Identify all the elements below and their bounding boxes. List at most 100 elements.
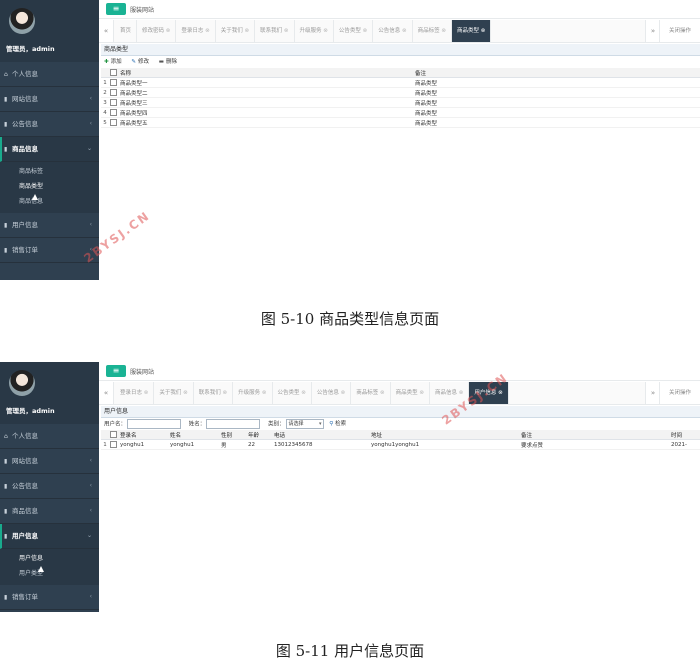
hamburger-icon[interactable]: ≡	[106, 365, 126, 377]
row-checkbox[interactable]	[109, 439, 118, 450]
tab[interactable]: 公告信息 ⊗	[373, 20, 413, 42]
column-header[interactable]: 年龄	[246, 430, 272, 440]
tab[interactable]: 关于我们 ⊗	[216, 20, 256, 42]
nav-item-site[interactable]: ▮ 网站信息 ‹	[0, 87, 99, 112]
checkbox[interactable]	[110, 109, 117, 116]
tab[interactable]: 商品标签 ⊗	[413, 20, 453, 42]
hamburger-icon[interactable]: ≡	[106, 3, 126, 15]
tab[interactable]: 商品标签 ⊗	[351, 382, 391, 404]
tab[interactable]: 修改密码 ⊗	[137, 20, 177, 42]
nav-item-site[interactable]: ▮ 网站信息 ‹	[0, 449, 99, 474]
tab-scroll-left-icon[interactable]: «	[99, 382, 114, 404]
table-row[interactable]: 2 商品类型二 商品类型	[101, 87, 700, 98]
tab-scroll-right-icon[interactable]: »	[645, 382, 660, 404]
avatar[interactable]	[9, 8, 35, 34]
select-all-checkbox[interactable]	[109, 430, 118, 440]
checkbox[interactable]	[110, 79, 117, 86]
close-icon[interactable]: ⊗	[205, 28, 210, 34]
tab[interactable]: 关于我们 ⊗	[154, 382, 194, 404]
nav-item-product[interactable]: ▮ 商品信息 ‹	[0, 499, 99, 524]
tab-close-all-button[interactable]: 关闭操作	[659, 20, 700, 42]
close-icon[interactable]: ⊗	[301, 390, 306, 396]
nav-item-user[interactable]: ▮ 用户信息 ‹	[0, 213, 99, 238]
table-row[interactable]: 1 yonghu1 yonghu1 男 22 13012345678 yongh…	[101, 439, 700, 450]
column-header[interactable]: 地址	[369, 430, 519, 440]
delete-button[interactable]: ▬ 删除	[159, 56, 177, 68]
close-icon[interactable]: ⊗	[262, 390, 267, 396]
sub-item-user-type[interactable]: 用户类型	[0, 566, 99, 581]
table-row[interactable]: 3 商品类型三 商品类型	[101, 97, 700, 108]
column-header[interactable]: 备注	[413, 68, 700, 78]
nav-item-user[interactable]: ▮ 用户信息 ⌄	[0, 524, 99, 549]
close-icon[interactable]: ⊗	[402, 28, 407, 34]
close-icon[interactable]: ⊗	[341, 390, 346, 396]
column-header[interactable]: 时间	[669, 430, 700, 440]
close-icon[interactable]: ⊗	[363, 28, 368, 34]
select-all-checkbox[interactable]	[109, 68, 118, 78]
checkbox[interactable]	[110, 119, 117, 126]
tab[interactable]: 公告类型 ⊗	[334, 20, 374, 42]
close-icon[interactable]: ⊗	[166, 28, 171, 34]
checkbox[interactable]	[110, 431, 117, 438]
sub-item-product-tag[interactable]: 商品标签	[0, 164, 99, 179]
close-icon[interactable]: ⊗	[144, 390, 149, 396]
checkbox[interactable]	[110, 89, 117, 96]
nav-item-notice[interactable]: ▮ 公告信息 ‹	[0, 474, 99, 499]
close-icon[interactable]: ⊗	[183, 390, 188, 396]
add-button[interactable]: ✚ 添加	[104, 56, 122, 68]
sub-item-user-info[interactable]: 用户信息	[0, 551, 99, 566]
close-icon[interactable]: ⊗	[323, 28, 328, 34]
checkbox[interactable]	[110, 69, 117, 76]
column-header[interactable]: 名称	[118, 68, 413, 78]
tab[interactable]: 商品类型 ⊗	[391, 382, 430, 404]
close-icon[interactable]: ⊗	[481, 28, 486, 34]
name-search-input[interactable]	[206, 419, 261, 429]
column-header[interactable]: 电话	[272, 430, 369, 440]
column-header[interactable]: 备注	[519, 430, 669, 440]
sub-item-product-info[interactable]: 商品信息	[0, 194, 99, 209]
tab[interactable]: 登录日志 ⊗	[115, 382, 155, 404]
tab-scroll-left-icon[interactable]: «	[99, 20, 114, 42]
nav-item-notice[interactable]: ▮ 公告信息 ‹	[0, 112, 99, 137]
row-checkbox[interactable]	[109, 87, 118, 98]
tab[interactable]: 公告类型 ⊗	[273, 382, 312, 404]
tab[interactable]: 公告信息 ⊗	[312, 382, 352, 404]
close-icon[interactable]: ⊗	[419, 390, 424, 396]
table-row[interactable]: 4 商品类型四 商品类型	[101, 107, 700, 118]
tab[interactable]: 联系我们 ⊗	[194, 382, 234, 404]
username-search-input[interactable]	[127, 419, 182, 429]
tab[interactable]: 升级服务 ⊗	[233, 382, 273, 404]
close-icon[interactable]: ⊗	[223, 390, 228, 396]
nav-item-personal[interactable]: ⌂ 个人信息	[0, 62, 99, 87]
tab[interactable]: 登录日志 ⊗	[176, 20, 216, 42]
tab[interactable]: 联系我们 ⊗	[255, 20, 295, 42]
checkbox[interactable]	[110, 441, 117, 448]
table-row[interactable]: 1 商品类型一 商品类型	[101, 77, 700, 88]
column-header[interactable]: 登录名	[118, 430, 168, 440]
nav-item-product[interactable]: ▮ 商品信息 ⌄	[0, 137, 99, 162]
column-header[interactable]: 性别	[219, 430, 246, 440]
tab-close-all-button[interactable]: 关闭操作	[659, 382, 700, 404]
category-select[interactable]: 请选择 ▾	[285, 419, 324, 429]
close-icon[interactable]: ⊗	[245, 28, 250, 34]
search-button[interactable]: ⚲ 检索	[329, 418, 346, 430]
tab[interactable]: 升级服务 ⊗	[295, 20, 334, 42]
checkbox[interactable]	[110, 99, 117, 106]
column-header[interactable]: 姓名	[168, 430, 219, 440]
edit-button[interactable]: ✎ 修改	[131, 56, 149, 68]
sub-item-product-type[interactable]: 商品类型	[0, 179, 99, 194]
table-row[interactable]: 5 商品类型五 商品类型	[101, 117, 700, 128]
tab-active[interactable]: 商品类型 ⊗	[452, 20, 492, 42]
nav-item-personal[interactable]: ⌂ 个人信息	[0, 424, 99, 449]
close-icon[interactable]: ⊗	[380, 390, 385, 396]
close-icon[interactable]: ⊗	[498, 390, 503, 396]
close-icon[interactable]: ⊗	[284, 28, 289, 34]
row-checkbox[interactable]	[109, 117, 118, 128]
close-icon[interactable]: ⊗	[459, 390, 464, 396]
row-checkbox[interactable]	[109, 77, 118, 88]
tab[interactable]: 首页	[115, 20, 138, 42]
tab-scroll-right-icon[interactable]: »	[645, 20, 660, 42]
close-icon[interactable]: ⊗	[441, 28, 446, 34]
row-checkbox[interactable]	[109, 97, 118, 108]
avatar[interactable]	[9, 370, 35, 396]
